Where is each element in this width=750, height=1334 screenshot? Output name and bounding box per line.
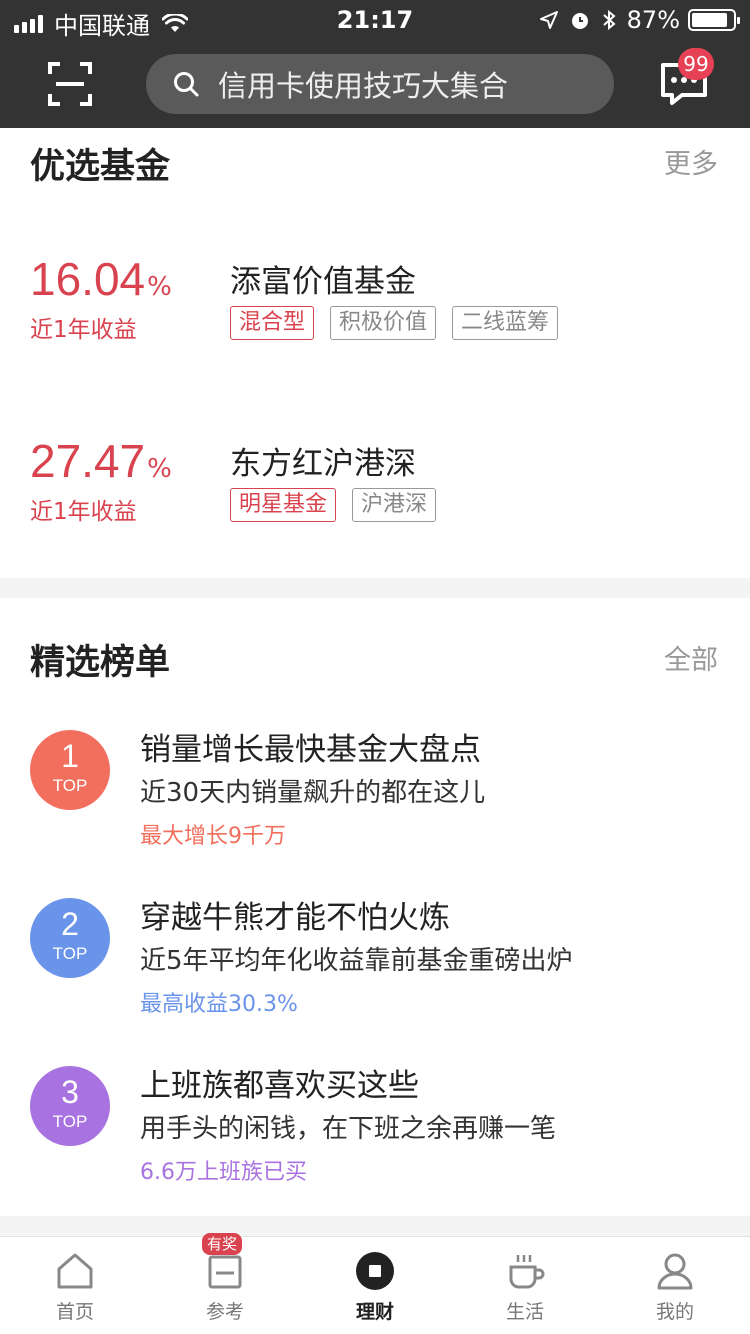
more-link[interactable]: 更多 bbox=[664, 142, 718, 181]
tab-label: 首页 bbox=[55, 1301, 94, 1323]
rank-number: 3 bbox=[61, 1074, 79, 1110]
cup-icon bbox=[509, 1255, 545, 1289]
scan-icon[interactable] bbox=[48, 62, 92, 106]
finance-icon bbox=[356, 1252, 394, 1290]
fund-tag: 明星基金 bbox=[230, 488, 337, 522]
ranking-item[interactable]: 2 TOP 穿越牛熊才能不怕火炼 近5年平均年化收益靠前基金重磅出炉 最高收益3… bbox=[0, 892, 750, 1032]
fund-tag: 积极价值 bbox=[330, 306, 437, 340]
calendar-icon bbox=[208, 1255, 242, 1289]
battery-percent: 87% bbox=[626, 6, 680, 34]
funds-section: 优选基金 更多 16.04% 近1年收益 添富价值基金 混合型 积极价值 二线蓝… bbox=[0, 128, 750, 578]
rate-value: 27.47 bbox=[30, 435, 146, 487]
rate-label: 近1年收益 bbox=[30, 317, 137, 343]
ranking-section: 精选榜单 全部 1 TOP 销量增长最快基金大盘点 近30天内销量飙升的都在这儿… bbox=[0, 598, 750, 1216]
tab-label: 参考 bbox=[205, 1301, 244, 1323]
rank-badge: 3 TOP bbox=[30, 1066, 110, 1146]
rank-note: 6.6万上班族已买 bbox=[140, 1160, 307, 1185]
rank-title: 上班族都喜欢买这些 bbox=[140, 1068, 419, 1104]
status-bar: 中国联通 21:17 87% bbox=[0, 0, 750, 40]
tab-label: 理财 bbox=[355, 1301, 394, 1323]
ranking-item[interactable]: 1 TOP 销量增长最快基金大盘点 近30天内销量飙升的都在这儿 最大增长9千万 bbox=[0, 724, 750, 864]
profile-icon bbox=[657, 1253, 693, 1290]
fund-tags: 混合型 积极价值 二线蓝筹 bbox=[230, 306, 574, 340]
search-icon bbox=[174, 72, 199, 97]
rate-value: 16.04 bbox=[30, 253, 146, 305]
tab-home[interactable]: 首页 bbox=[0, 1237, 150, 1334]
rank-number: 1 bbox=[61, 738, 79, 774]
rate-label: 近1年收益 bbox=[30, 499, 137, 525]
fund-rate: 16.04% bbox=[30, 252, 172, 306]
rank-title: 穿越牛熊才能不怕火炼 bbox=[140, 900, 450, 936]
rank-top-label: TOP bbox=[52, 1112, 88, 1131]
tab-bar: 首页 有奖 参考 理财 生活 我的 bbox=[0, 1233, 750, 1334]
location-icon bbox=[539, 11, 558, 29]
fund-item[interactable]: 27.47% 近1年收益 东方红沪港深 明星基金 沪港深 bbox=[0, 434, 750, 534]
tab-label: 生活 bbox=[505, 1301, 544, 1323]
top-header: 中国联通 21:17 87% 信用卡使用技巧大集合 99 bbox=[0, 0, 750, 128]
fund-name: 添富价值基金 bbox=[230, 264, 416, 300]
search-placeholder: 信用卡使用技巧大集合 bbox=[218, 69, 509, 103]
fund-name: 东方红沪港深 bbox=[230, 446, 416, 482]
rank-top-label: TOP bbox=[52, 776, 88, 795]
reward-badge: 有奖 bbox=[202, 1233, 243, 1255]
rate-unit: % bbox=[147, 454, 172, 484]
rank-badge: 2 TOP bbox=[30, 898, 110, 978]
ranking-item[interactable]: 3 TOP 上班族都喜欢买这些 用手头的闲钱，在下班之余再赚一笔 6.6万上班族… bbox=[0, 1060, 750, 1200]
fund-rate: 27.47% bbox=[30, 434, 172, 488]
bluetooth-icon bbox=[602, 9, 616, 31]
rank-desc: 近30天内销量飙升的都在这儿 bbox=[140, 778, 486, 808]
battery-icon bbox=[688, 9, 740, 31]
rank-desc: 近5年平均年化收益靠前基金重磅出炉 bbox=[140, 946, 573, 976]
tab-finance[interactable]: 理财 bbox=[300, 1237, 450, 1334]
rate-unit: % bbox=[147, 272, 172, 302]
tab-label: 我的 bbox=[655, 1301, 694, 1323]
rank-number: 2 bbox=[61, 906, 79, 942]
home-icon bbox=[57, 1253, 93, 1289]
section-title: 优选基金 bbox=[30, 147, 171, 187]
search-bar[interactable]: 信用卡使用技巧大集合 bbox=[146, 54, 614, 114]
rank-desc: 用手头的闲钱，在下班之余再赚一笔 bbox=[140, 1114, 557, 1144]
rank-badge: 1 TOP bbox=[30, 730, 110, 810]
all-link[interactable]: 全部 bbox=[664, 638, 718, 677]
rank-title: 销量增长最快基金大盘点 bbox=[140, 732, 481, 768]
rank-note: 最大增长9千万 bbox=[140, 824, 286, 849]
section-title: 精选榜单 bbox=[30, 643, 171, 683]
fund-tag: 沪港深 bbox=[352, 488, 437, 522]
tab-reference[interactable]: 有奖 参考 bbox=[150, 1233, 300, 1334]
rank-note: 最高收益30.3% bbox=[140, 992, 298, 1017]
alarm-icon bbox=[571, 13, 588, 29]
rank-top-label: TOP bbox=[52, 944, 88, 963]
fund-item[interactable]: 16.04% 近1年收益 添富价值基金 混合型 积极价值 二线蓝筹 bbox=[0, 252, 750, 352]
tab-life[interactable]: 生活 bbox=[450, 1237, 600, 1334]
fund-tags: 明星基金 沪港深 bbox=[230, 488, 452, 522]
fund-tag: 混合型 bbox=[230, 306, 315, 340]
message-badge: 99 bbox=[678, 48, 714, 80]
tab-mine[interactable]: 我的 bbox=[600, 1237, 750, 1334]
fund-tag: 二线蓝筹 bbox=[452, 306, 559, 340]
